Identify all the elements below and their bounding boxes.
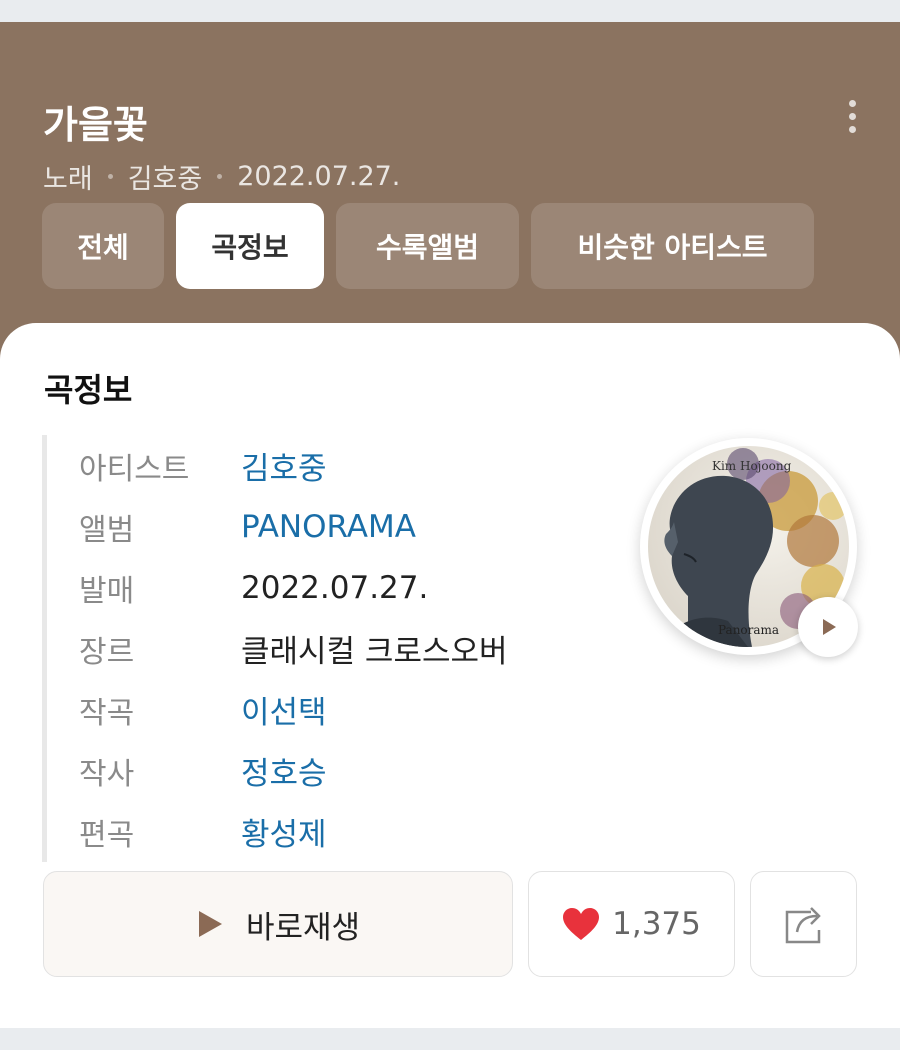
tab-bar: 전체 곡정보 수록앨범 비슷한 아티스트 <box>42 203 814 289</box>
meta-type: 노래 <box>43 164 93 195</box>
song-meta: 노래 김호중 2022.07.27. <box>43 157 400 196</box>
song-info-card: 곡정보 아티스트 김호중 앨범 PANORAMA 발매 2022.07.27. … <box>0 323 900 1028</box>
song-title: 가을꽃 <box>43 103 148 147</box>
genre-value: 클래시컬 크로스오버 <box>241 634 508 670</box>
release-date: 2022.07.27. <box>241 569 429 606</box>
bottom-strip <box>0 1028 900 1050</box>
lyricist-link[interactable]: 정호승 <box>241 748 327 793</box>
info-row-album: 앨범 PANORAMA <box>79 496 602 557</box>
top-strip <box>0 0 900 22</box>
heart-icon <box>563 908 600 940</box>
tab-similar-artists[interactable]: 비슷한 아티스트 <box>531 203 814 289</box>
info-row-release: 발매 2022.07.27. <box>79 557 602 618</box>
info-label: 장르 <box>79 634 135 670</box>
info-label: 작사 <box>79 756 135 792</box>
info-list: 아티스트 김호중 앨범 PANORAMA 발매 2022.07.27. 장르 클… <box>42 435 602 862</box>
info-row-composer: 작곡 이선택 <box>79 679 602 740</box>
info-row-lyricist: 작사 정호승 <box>79 740 602 801</box>
meta-artist: 김호중 <box>127 164 203 195</box>
info-label: 작곡 <box>79 695 135 731</box>
meta-separator <box>217 174 223 179</box>
meta-separator <box>107 174 113 179</box>
meta-date: 2022.07.27. <box>237 161 401 192</box>
arranger-link[interactable]: 황성제 <box>241 809 327 854</box>
section-title: 곡정보 <box>44 371 133 409</box>
info-label: 발매 <box>79 573 135 609</box>
share-icon <box>785 907 821 944</box>
song-header: 가을꽃 노래 김호중 2022.07.27. 전체 곡정보 수록앨범 비슷한 아… <box>0 22 900 362</box>
tab-song-info[interactable]: 곡정보 <box>176 203 324 289</box>
play-icon <box>198 911 222 937</box>
tab-albums[interactable]: 수록앨범 <box>336 203 519 289</box>
info-label: 편곡 <box>79 817 135 853</box>
album-link[interactable]: PANORAMA <box>241 509 416 545</box>
more-options-icon[interactable] <box>838 94 866 138</box>
album-play-button[interactable] <box>798 597 858 657</box>
like-button[interactable]: 1,375 <box>528 871 735 977</box>
artist-link[interactable]: 김호중 <box>241 443 327 488</box>
play-now-button[interactable]: 바로재생 <box>43 871 513 977</box>
svg-text:Kim Hojoong: Kim Hojoong <box>712 459 792 473</box>
composer-link[interactable]: 이선택 <box>241 687 327 732</box>
info-label: 앨범 <box>79 512 135 548</box>
tab-all[interactable]: 전체 <box>42 203 164 289</box>
like-count: 1,375 <box>612 906 701 942</box>
share-button[interactable] <box>750 871 857 977</box>
info-row-arranger: 편곡 황성제 <box>79 801 602 862</box>
info-label: 아티스트 <box>79 451 190 487</box>
play-icon <box>823 619 836 635</box>
info-row-genre: 장르 클래시컬 크로스오버 <box>79 618 602 679</box>
info-row-artist: 아티스트 김호중 <box>79 435 602 496</box>
play-now-label: 바로재생 <box>245 909 361 946</box>
album-cover-text: Panorama <box>718 623 779 637</box>
